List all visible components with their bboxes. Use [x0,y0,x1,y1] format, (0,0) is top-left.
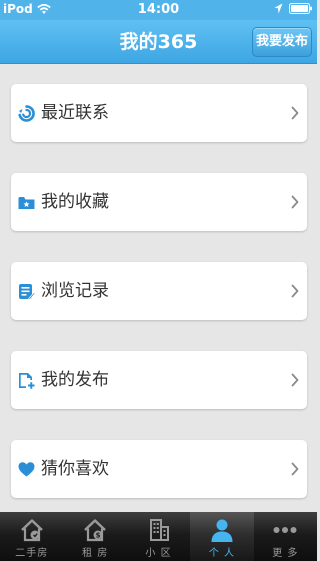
browse-history-icon [19,284,35,300]
tab-personal[interactable]: 个 人 [190,512,254,561]
community-building-icon [149,519,169,541]
chevron-right-icon [291,195,299,209]
tab-rental-house[interactable]: $ 租 房 [63,512,126,561]
recent-contact-icon [18,105,35,122]
tab-second-hand-house[interactable]: 二手房 [0,512,63,561]
nav-bar: 我的365 我要发布 [0,20,317,64]
status-bar-right [274,3,313,14]
tab-more[interactable]: 更 多 [254,512,317,561]
tab-community[interactable]: 小 区 [127,512,190,561]
menu-item-label: 最近联系 [41,103,109,123]
tab-label: 租 房 [82,548,109,559]
rental-house-icon: $ [84,519,106,542]
status-time: 14:00 [137,2,180,17]
more-dots-icon [273,527,297,533]
favorites-folder-icon [18,197,35,209]
menu-item-recent-contacts[interactable]: 最近联系 [11,84,307,142]
chevron-right-icon [291,373,299,387]
tab-label: 个 人 [208,548,236,559]
location-arrow-icon [274,3,283,14]
chevron-right-icon [291,284,299,298]
menu-item-label: 浏览记录 [41,281,109,301]
menu-item-label: 我的发布 [41,370,109,390]
chevron-right-icon [291,462,299,476]
menu-item-favorites[interactable]: 我的收藏 [11,173,307,231]
battery-icon [289,3,312,14]
menu-item-browse-history[interactable]: 浏览记录 [11,262,307,320]
tab-label: 小 区 [145,548,172,559]
chevron-right-icon [291,106,299,120]
svg-text:$: $ [96,532,101,540]
heart-icon [18,462,35,477]
menu-item-my-posts[interactable]: 我的发布 [11,351,307,409]
tab-label: 更 多 [272,548,299,559]
menu-item-label: 我的收藏 [41,192,109,212]
publish-button[interactable]: 我要发布 [252,27,312,57]
status-bar: iPod 14:00 [0,0,317,20]
menu-item-guess-you-like[interactable]: 猜你喜欢 [11,440,307,498]
tab-bar: 二手房 $ 租 房 小 区 个 人 更 多 [0,512,317,561]
person-icon [211,519,233,542]
my-posts-icon [19,373,35,389]
menu-item-label: 猜你喜欢 [41,459,109,479]
tab-label: 二手房 [15,548,49,559]
second-hand-house-icon [20,519,43,542]
